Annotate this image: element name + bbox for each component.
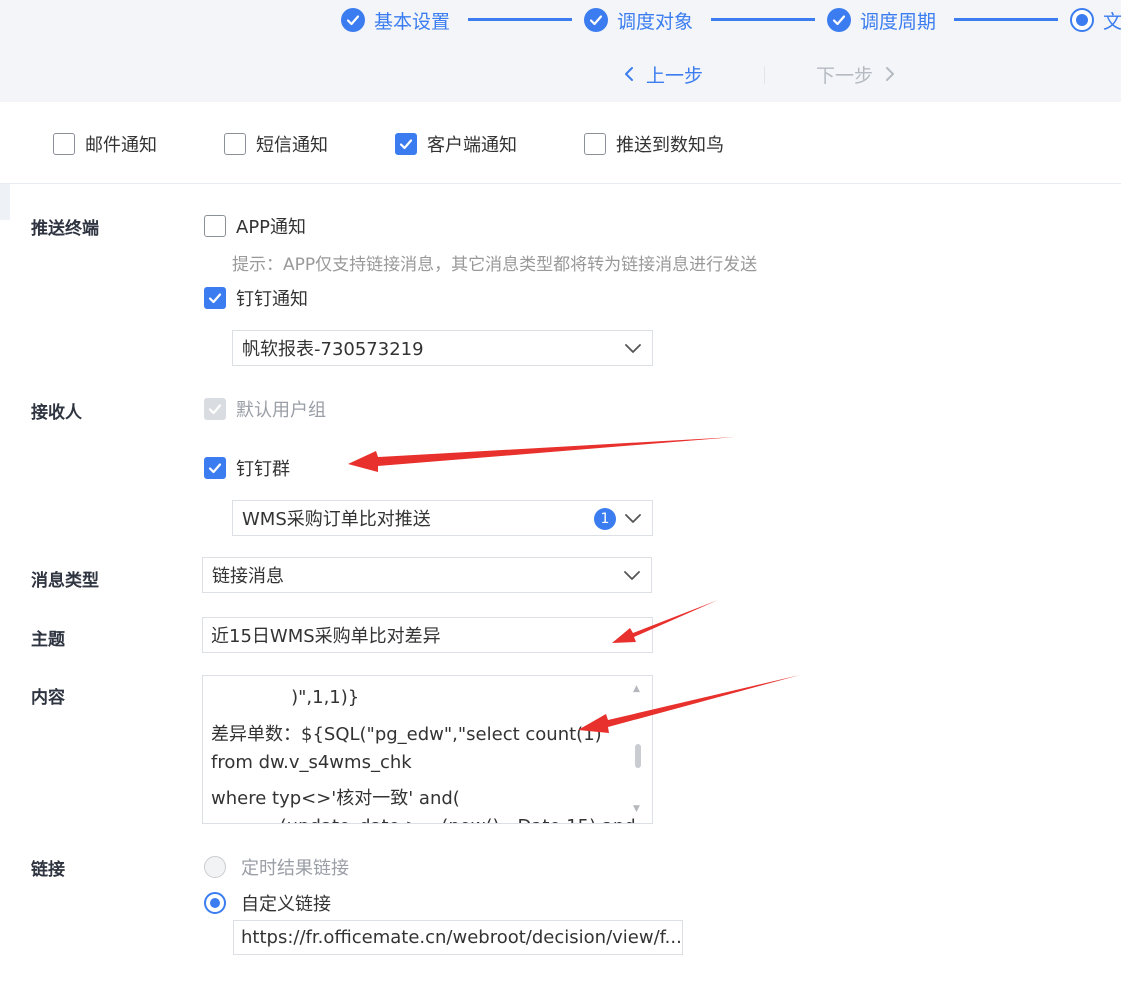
ding-group-value: WMS采购订单比对推送 <box>242 509 431 530</box>
chevron-down-icon <box>623 566 641 589</box>
check-icon <box>208 293 222 304</box>
app-hint-text: 提示：APP仅支持链接消息，其它消息类型都将转为链接消息进行发送 <box>232 255 758 275</box>
custom-url-value: https://fr.officemate.cn/webroot/decisio… <box>241 927 682 948</box>
checkbox-checked[interactable] <box>204 287 226 309</box>
dingtalk-notify-label: 钉钉通知 <box>236 289 308 310</box>
ding-group-select[interactable]: WMS采购订单比对推送 1 <box>232 500 653 536</box>
message-type-select[interactable]: 链接消息 <box>202 557 652 593</box>
checkbox[interactable] <box>53 133 75 155</box>
dingtalk-notify-option[interactable]: 钉钉通知 <box>204 285 308 311</box>
check-icon <box>399 139 413 150</box>
textarea-scrollbar[interactable]: ▲ ▼ <box>632 680 644 820</box>
next-step-button[interactable]: 下一步 <box>816 60 895 88</box>
channel-label: 短信通知 <box>256 135 328 156</box>
checkbox[interactable] <box>584 133 606 155</box>
nav-divider <box>764 66 765 84</box>
step-connector <box>468 18 572 21</box>
channel-shuzhiniao[interactable]: 推送到数知鸟 <box>584 131 724 157</box>
default-group-label: 默认用户组 <box>236 400 326 421</box>
scroll-up-icon[interactable]: ▲ <box>633 684 640 694</box>
content-textarea[interactable]: )",1,1)} 差异单数：${SQL("pg_edw","select cou… <box>202 675 653 824</box>
content-line: (update_date >= (now() - Date.15) and <box>211 816 636 823</box>
wizard-step-label: 调度周期 <box>860 10 937 33</box>
wizard-step-schedule-period[interactable]: 调度周期 <box>827 6 936 34</box>
app-notify-label: APP通知 <box>236 217 307 238</box>
dingtalk-app-select[interactable]: 帆软报表-730573219 <box>232 330 653 366</box>
wizard-header: 基本设置 调度对象 调度周期 文 上一步 下一步 <box>0 0 1121 102</box>
check-icon <box>827 8 851 32</box>
channel-sms[interactable]: 短信通知 <box>224 131 328 157</box>
content-line: )",1,1)} <box>211 687 360 708</box>
channel-label: 客户端通知 <box>427 135 517 156</box>
subject-label: 主题 <box>31 630 65 650</box>
chevron-down-icon <box>624 509 642 532</box>
subject-value: 近15日WMS采购单比对差异 <box>211 626 441 647</box>
wizard-step-label: 调度对象 <box>617 10 694 33</box>
link-option-custom[interactable]: 自定义链接 <box>204 890 331 916</box>
chevron-left-icon <box>624 66 634 82</box>
step-connector <box>711 18 815 21</box>
side-indicator <box>0 184 10 220</box>
check-icon <box>584 8 608 32</box>
push-terminal-label: 推送终端 <box>31 219 99 239</box>
wizard-step-basic-settings[interactable]: 基本设置 <box>341 6 450 34</box>
radio-disabled <box>204 856 226 878</box>
content-label: 内容 <box>31 688 65 708</box>
radio-selected[interactable] <box>204 892 226 914</box>
checkbox[interactable] <box>204 215 226 237</box>
wizard-step-label: 基本设置 <box>374 10 451 33</box>
message-type-value: 链接消息 <box>212 566 284 587</box>
chevron-right-icon <box>885 66 895 82</box>
prev-step-label: 上一步 <box>646 64 704 87</box>
link-label: 链接 <box>31 860 65 880</box>
chevron-down-icon <box>624 339 642 362</box>
ding-group-label: 钉钉群 <box>236 459 290 480</box>
subject-input[interactable]: 近15日WMS采购单比对差异 <box>202 617 653 653</box>
wizard-step-label: 文 <box>1103 10 1121 33</box>
app-notify-option[interactable]: APP通知 <box>204 213 306 239</box>
current-step-dot-icon <box>1070 8 1094 32</box>
wizard-step-schedule-object[interactable]: 调度对象 <box>584 6 693 34</box>
channel-label: 邮件通知 <box>85 135 157 156</box>
check-icon <box>208 404 222 415</box>
checkbox-checked[interactable] <box>395 133 417 155</box>
channel-client[interactable]: 客户端通知 <box>395 131 517 157</box>
scrollbar-thumb[interactable] <box>635 744 641 768</box>
content-line: from dw.v_s4wms_chk <box>211 752 412 773</box>
channel-label: 推送到数知鸟 <box>616 135 724 156</box>
notify-channel-row: 邮件通知 短信通知 客户端通知 推送到数知鸟 <box>0 102 1121 184</box>
checkbox[interactable] <box>224 133 246 155</box>
selected-count-badge: 1 <box>594 508 616 530</box>
step-connector <box>954 18 1058 21</box>
prev-step-button[interactable]: 上一步 <box>624 60 703 88</box>
checkbox-checked[interactable] <box>204 457 226 479</box>
recipients-label: 接收人 <box>31 403 82 423</box>
wizard-step-current[interactable]: 文 <box>1070 6 1121 34</box>
channel-email[interactable]: 邮件通知 <box>53 131 157 157</box>
link-option-scheduled-result: 定时结果链接 <box>204 854 349 880</box>
scroll-down-icon[interactable]: ▼ <box>633 804 640 814</box>
custom-url-input[interactable]: https://fr.officemate.cn/webroot/decisio… <box>233 920 683 955</box>
link-option-label: 定时结果链接 <box>241 858 349 879</box>
ding-group-option[interactable]: 钉钉群 <box>204 455 290 481</box>
check-icon <box>208 463 222 474</box>
message-type-label: 消息类型 <box>31 571 99 591</box>
content-line: where typ<>'核对一致' and( <box>211 788 460 809</box>
link-option-label: 自定义链接 <box>241 894 331 915</box>
default-group-option: 默认用户组 <box>204 396 326 422</box>
next-step-label: 下一步 <box>816 64 874 87</box>
checkbox-disabled <box>204 398 226 420</box>
check-icon <box>341 8 365 32</box>
content-line: 差异单数：${SQL("pg_edw","select count(1) <box>211 724 602 745</box>
dingtalk-app-value: 帆软报表-730573219 <box>242 339 424 360</box>
